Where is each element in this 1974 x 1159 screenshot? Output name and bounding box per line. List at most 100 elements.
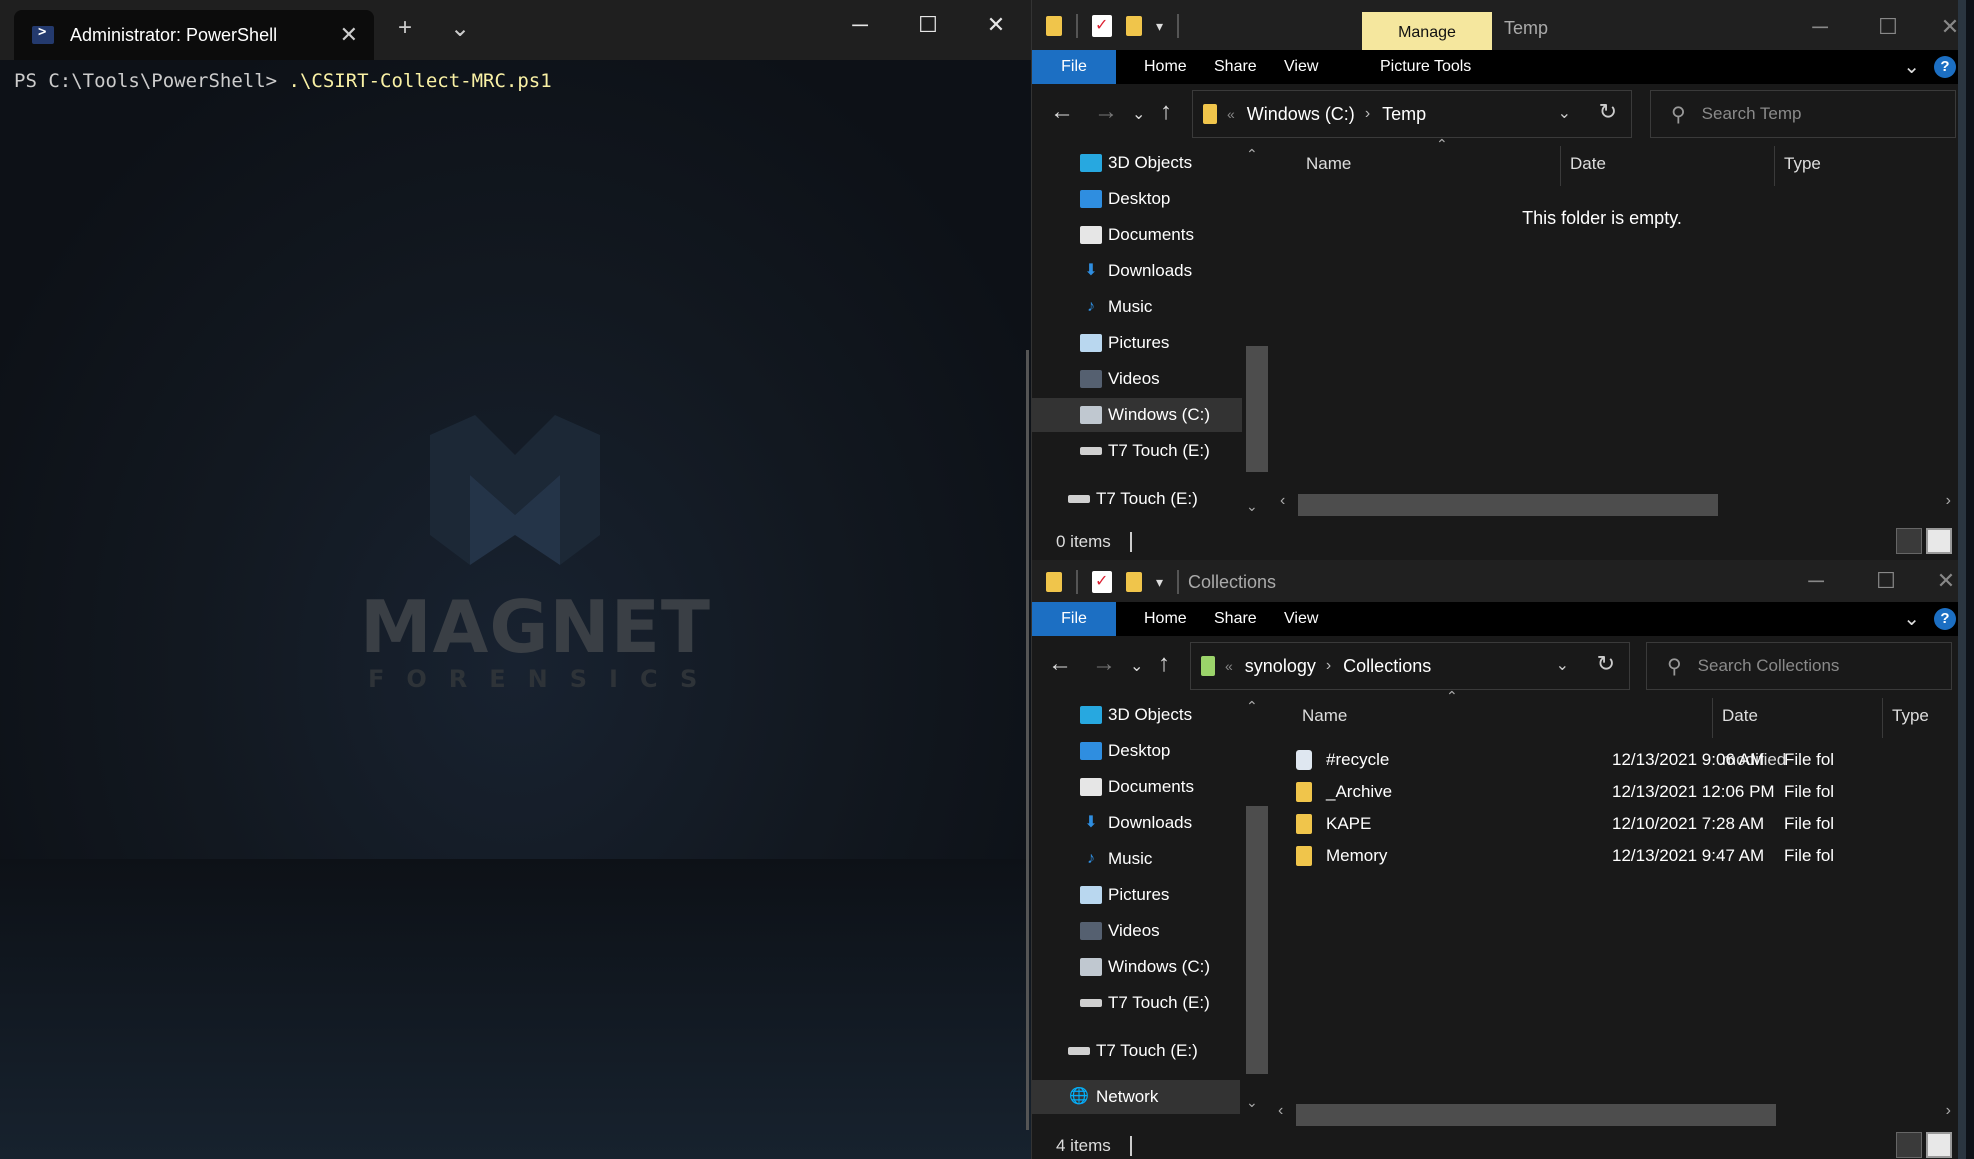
new-folder-icon[interactable] bbox=[1126, 572, 1142, 592]
tab-home[interactable]: Home bbox=[1130, 602, 1201, 636]
address-bar[interactable]: « synology › Collections ⌄ ↻ bbox=[1190, 642, 1630, 690]
nav-item-t7-touch[interactable]: T7 Touch (E:) bbox=[1032, 986, 1262, 1020]
scroll-thumb[interactable] bbox=[1246, 806, 1268, 1074]
nav-item-windows-c[interactable]: Windows (C:) bbox=[1032, 398, 1262, 432]
nav-item-network[interactable]: 🌐 Network bbox=[1032, 1080, 1240, 1114]
tab-share[interactable]: Share bbox=[1200, 50, 1271, 84]
tab-dropdown-button[interactable]: ⌄ bbox=[450, 14, 470, 43]
column-divider[interactable] bbox=[1774, 146, 1775, 186]
address-bar[interactable]: « Windows (C:) › Temp ⌄ ↻ bbox=[1192, 90, 1632, 138]
nav-item-desktop[interactable]: Desktop bbox=[1032, 734, 1262, 768]
refresh-icon[interactable]: ↻ bbox=[1597, 651, 1615, 677]
forward-button[interactable]: → bbox=[1094, 98, 1118, 126]
column-name[interactable]: Name bbox=[1306, 142, 1351, 186]
explorer-window-collections[interactable]: ▾ Collections ─ ☐ ✕ File Home Share View… bbox=[1031, 560, 1966, 1159]
search-box[interactable]: ⚲ Search Temp bbox=[1650, 90, 1956, 138]
recent-locations-icon[interactable]: ⌄ bbox=[1130, 656, 1143, 676]
tab-file[interactable]: File bbox=[1032, 602, 1116, 636]
tab-picture-tools[interactable]: Picture Tools bbox=[1366, 50, 1485, 84]
chevron-down-icon[interactable]: ⌄ bbox=[1556, 655, 1569, 675]
file-row[interactable]: Memory 12/13/2021 9:47 AM File fol bbox=[1282, 840, 1962, 872]
new-folder-icon[interactable] bbox=[1126, 16, 1142, 36]
nav-item-videos[interactable]: Videos bbox=[1032, 362, 1262, 396]
up-button[interactable]: ↑ bbox=[1160, 98, 1172, 126]
tab-view[interactable]: View bbox=[1270, 50, 1332, 84]
column-type[interactable]: Type bbox=[1892, 694, 1929, 738]
overflow-icon[interactable]: « bbox=[1227, 106, 1235, 122]
file-row[interactable]: _Archive 12/13/2021 12:06 PM File fol bbox=[1282, 776, 1962, 808]
tab-view[interactable]: View bbox=[1270, 602, 1332, 636]
minimize-button[interactable]: ─ bbox=[840, 12, 880, 38]
breadcrumb-folder[interactable]: Collections bbox=[1343, 656, 1431, 677]
tab-share[interactable]: Share bbox=[1200, 602, 1271, 636]
terminal-output[interactable]: PS C:\Tools\PowerShell> .\CSIRT-Collect-… bbox=[14, 70, 552, 92]
details-view-button[interactable] bbox=[1896, 1132, 1922, 1158]
nav-item-videos[interactable]: Videos bbox=[1032, 914, 1262, 948]
scroll-thumb[interactable] bbox=[1246, 346, 1268, 472]
customize-dropdown-icon[interactable]: ▾ bbox=[1156, 18, 1163, 35]
manage-contextual-tab[interactable]: Manage bbox=[1362, 12, 1492, 52]
scroll-thumb[interactable] bbox=[1298, 494, 1718, 516]
scroll-left-icon[interactable]: ‹ bbox=[1280, 492, 1285, 510]
details-view-button[interactable] bbox=[1896, 528, 1922, 554]
nav-scrollbar[interactable]: ⌃ ⌄ bbox=[1242, 142, 1268, 518]
nav-item-windows-c[interactable]: Windows (C:) bbox=[1032, 950, 1262, 984]
maximize-button[interactable]: ☐ bbox=[1866, 568, 1906, 594]
help-icon[interactable]: ? bbox=[1934, 56, 1956, 78]
large-icons-view-button[interactable] bbox=[1926, 1132, 1952, 1158]
nav-item-documents[interactable]: Documents bbox=[1032, 218, 1262, 252]
scroll-right-icon[interactable]: › bbox=[1946, 492, 1951, 510]
breadcrumb-folder[interactable]: Temp bbox=[1382, 104, 1426, 125]
nav-item-t7-touch[interactable]: T7 Touch (E:) bbox=[1032, 434, 1262, 468]
close-button[interactable]: ✕ bbox=[976, 12, 1016, 38]
search-box[interactable]: ⚲ Search Collections bbox=[1646, 642, 1952, 690]
properties-icon[interactable] bbox=[1092, 571, 1112, 593]
breadcrumb-drive[interactable]: Windows (C:) bbox=[1247, 104, 1355, 125]
properties-icon[interactable] bbox=[1092, 15, 1112, 37]
back-button[interactable]: ← bbox=[1048, 650, 1072, 678]
up-button[interactable]: ↑ bbox=[1158, 650, 1170, 678]
file-row[interactable]: KAPE 12/10/2021 7:28 AM File fol bbox=[1282, 808, 1962, 840]
horizontal-scrollbar[interactable]: ‹ › bbox=[1270, 1100, 1959, 1128]
recent-locations-icon[interactable]: ⌄ bbox=[1132, 104, 1145, 124]
scroll-thumb[interactable] bbox=[1296, 1104, 1776, 1126]
back-button[interactable]: ← bbox=[1050, 98, 1074, 126]
tab-close-icon[interactable]: ✕ bbox=[340, 22, 358, 48]
scroll-left-icon[interactable]: ‹ bbox=[1278, 1102, 1283, 1120]
column-divider[interactable] bbox=[1882, 698, 1883, 738]
expand-ribbon-icon[interactable]: ⌄ bbox=[1903, 606, 1920, 631]
nav-item-t7-touch-root[interactable]: T7 Touch (E:) bbox=[1032, 1034, 1262, 1068]
nav-scrollbar[interactable]: ⌃ ⌄ bbox=[1242, 694, 1268, 1114]
nav-item-music[interactable]: ♪ Music bbox=[1032, 290, 1262, 324]
minimize-button[interactable]: ─ bbox=[1796, 568, 1836, 594]
file-row[interactable]: #recycle 12/13/2021 9:06 AM File fol bbox=[1282, 744, 1962, 776]
customize-dropdown-icon[interactable]: ▾ bbox=[1156, 574, 1163, 591]
tab-file[interactable]: File bbox=[1032, 50, 1116, 84]
column-date-modified[interactable]: Date modified bbox=[1722, 694, 1786, 769]
terminal-scrollbar[interactable] bbox=[1026, 350, 1029, 1130]
maximize-button[interactable]: ☐ bbox=[1868, 14, 1908, 40]
chevron-down-icon[interactable]: ⌄ bbox=[1558, 103, 1571, 123]
column-type[interactable]: Type bbox=[1784, 142, 1821, 186]
nav-item-documents[interactable]: Documents bbox=[1032, 770, 1262, 804]
nav-item-t7-touch-root[interactable]: T7 Touch (E:) bbox=[1032, 482, 1262, 516]
scroll-up-icon[interactable]: ⌃ bbox=[1246, 698, 1258, 715]
nav-item-music[interactable]: ♪ Music bbox=[1032, 842, 1262, 876]
refresh-icon[interactable]: ↻ bbox=[1599, 99, 1617, 125]
scroll-right-icon[interactable]: › bbox=[1946, 1102, 1951, 1120]
forward-button[interactable]: → bbox=[1092, 650, 1116, 678]
folder-icon[interactable] bbox=[1046, 572, 1062, 592]
nav-item-downloads[interactable]: ⬇ Downloads bbox=[1032, 806, 1262, 840]
terminal-window[interactable]: MAGNET FORENSICS Administrator: PowerShe… bbox=[0, 0, 1031, 1159]
nav-item-3d-objects[interactable]: 3D Objects bbox=[1032, 698, 1262, 732]
terminal-tab[interactable]: Administrator: PowerShell ✕ bbox=[14, 10, 374, 60]
column-date[interactable]: Date bbox=[1570, 142, 1606, 186]
column-name[interactable]: Name bbox=[1302, 694, 1347, 738]
folder-icon[interactable] bbox=[1046, 16, 1062, 36]
large-icons-view-button[interactable] bbox=[1926, 528, 1952, 554]
chevron-right-icon[interactable]: › bbox=[1365, 105, 1370, 123]
explorer-window-temp[interactable]: ▾ Manage Temp ─ ☐ ✕ File Home Share View… bbox=[1031, 0, 1966, 560]
expand-ribbon-icon[interactable]: ⌄ bbox=[1903, 54, 1920, 79]
chevron-right-icon[interactable]: › bbox=[1326, 657, 1331, 675]
new-tab-button[interactable]: + bbox=[398, 14, 412, 42]
